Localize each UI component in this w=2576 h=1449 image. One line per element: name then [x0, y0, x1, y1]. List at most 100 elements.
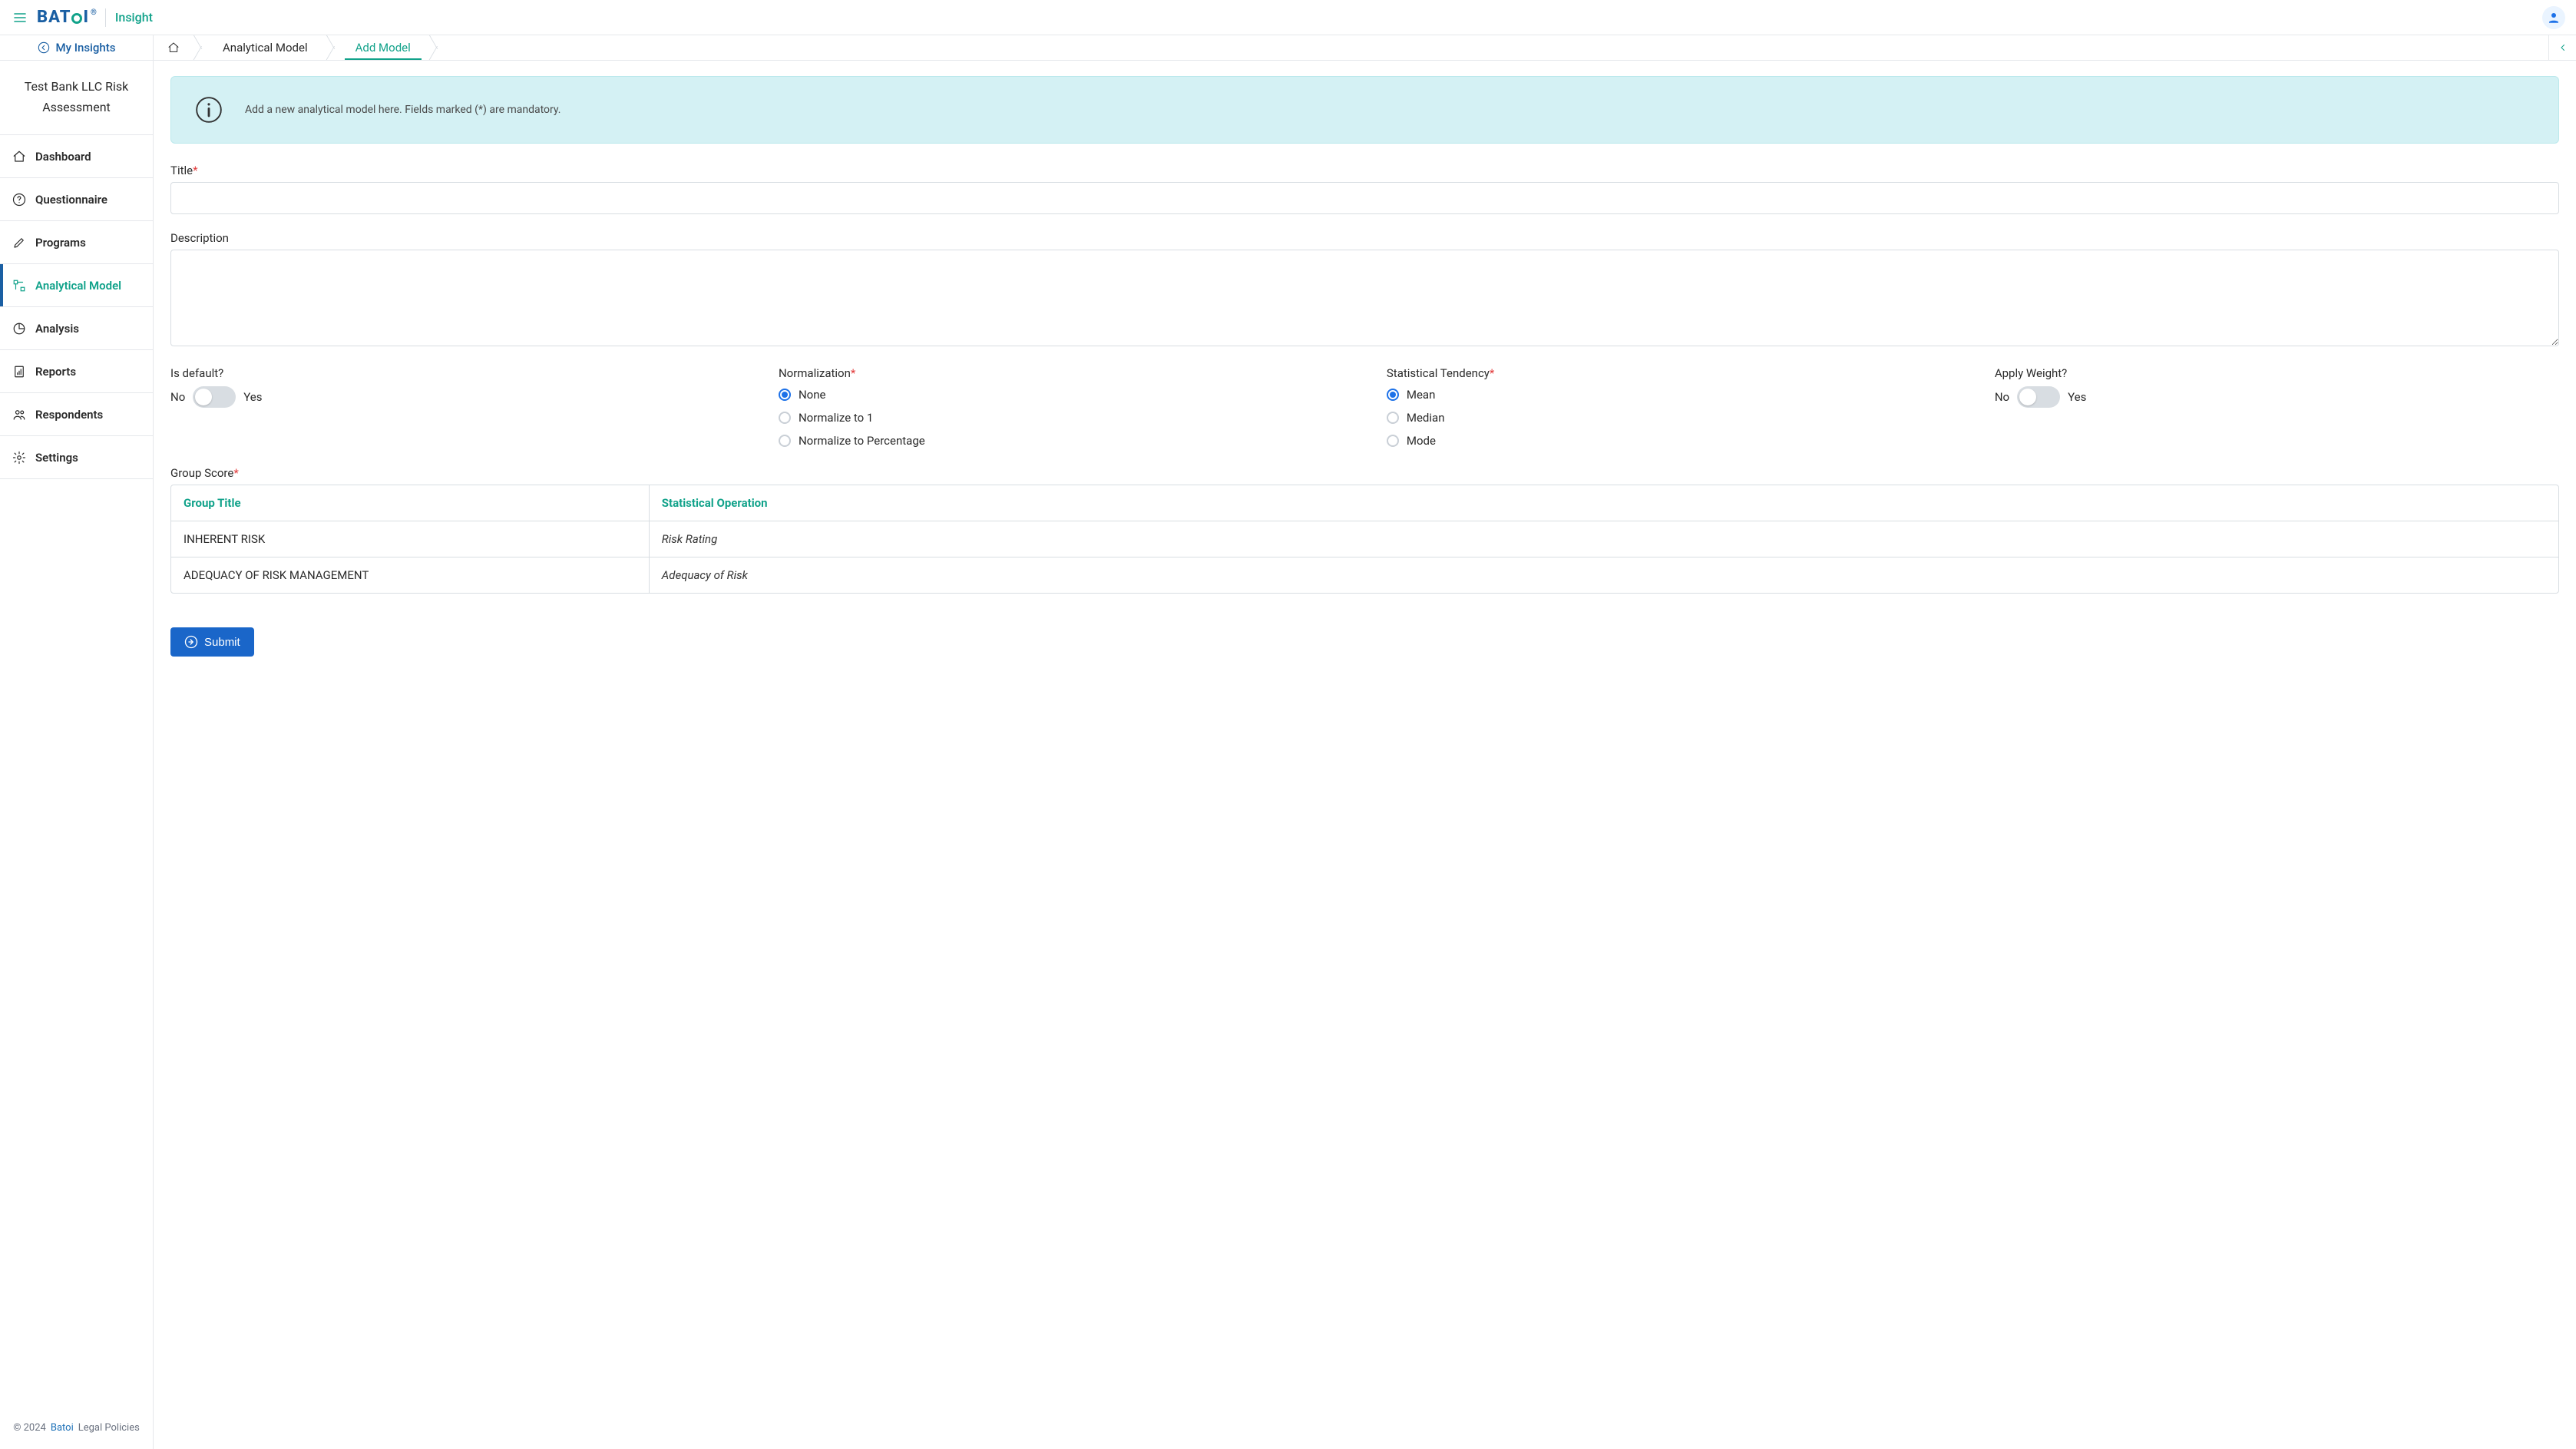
brand-logo[interactable]: BAT I ® — [37, 8, 96, 27]
sidebar-item-label: Questionnaire — [35, 193, 107, 207]
breadcrumb-label: Add Model — [355, 41, 411, 55]
sidebar-item-analytical-model[interactable]: Analytical Model — [0, 264, 153, 307]
brand-product-name[interactable]: Insight — [115, 10, 153, 25]
radio-icon — [1387, 412, 1399, 424]
sidebar-item-settings[interactable]: Settings — [0, 436, 153, 479]
help-icon — [12, 193, 26, 207]
footer-legal[interactable]: Legal Policies — [78, 1422, 140, 1434]
stat-tendency-radio-median[interactable]: Median — [1387, 411, 1979, 425]
apply-weight-label: Apply Weight? — [1995, 366, 2559, 380]
footer-copyright: © 2024 — [13, 1422, 46, 1434]
breadcrumb-add-model[interactable]: Add Model — [337, 35, 426, 60]
sidebar: My Insights Test Bank LLC Risk Assessmen… — [0, 35, 154, 1449]
toggle-knob-icon — [2019, 389, 2036, 405]
submit-button[interactable]: Submit — [170, 627, 254, 657]
sidebar-item-label: Settings — [35, 451, 78, 465]
radio-icon — [1387, 435, 1399, 447]
report-icon — [12, 365, 26, 379]
toggle-yes-label: Yes — [2068, 390, 2086, 404]
toggle-no-label: No — [1995, 390, 2009, 404]
radio-icon — [779, 435, 791, 447]
footer-brand-link[interactable]: Batoi — [51, 1422, 74, 1434]
stat-tendency-label-text: Statistical Tendency — [1387, 366, 1490, 380]
sidebar-item-analysis[interactable]: Analysis — [0, 307, 153, 350]
description-input[interactable] — [170, 250, 2559, 346]
field-is-default: Is default? No Yes — [170, 366, 763, 448]
sidebar-nav: Dashboard Questionnaire Programs Analyti… — [0, 135, 153, 479]
cell-group-title: INHERENT RISK — [171, 521, 649, 557]
radio-label: None — [799, 388, 826, 402]
is-default-toggle[interactable] — [193, 386, 236, 408]
sidebar-item-reports[interactable]: Reports — [0, 350, 153, 393]
chevron-left-icon — [2558, 43, 2568, 52]
home-icon — [12, 150, 26, 164]
stat-tendency-label: Statistical Tendency* — [1387, 366, 1979, 380]
required-marker: * — [233, 466, 238, 480]
required-marker: * — [851, 366, 855, 380]
sidebar-item-label: Dashboard — [35, 150, 91, 164]
my-insights-label: My Insights — [56, 41, 116, 55]
pen-icon — [12, 236, 26, 250]
radio-icon — [779, 412, 791, 424]
sidebar-item-dashboard[interactable]: Dashboard — [0, 135, 153, 178]
apply-weight-toggle[interactable] — [2017, 386, 2060, 408]
sidebar-item-label: Analysis — [35, 322, 79, 336]
brand-logo-text-2: I — [83, 8, 89, 27]
my-insights-link[interactable]: My Insights — [0, 35, 153, 61]
apply-weight-toggle-row: No Yes — [1995, 386, 2559, 408]
pie-icon — [12, 322, 26, 336]
project-name: Test Bank LLC Risk Assessment — [0, 61, 153, 135]
toggle-knob-icon — [195, 389, 212, 405]
group-score-label-text: Group Score — [170, 466, 233, 480]
sidebar-footer: © 2024 Batoi Legal Policies — [0, 1410, 153, 1449]
radio-label: Mode — [1407, 434, 1436, 448]
field-group-score: Group Score* Group Title Statistical Ope… — [170, 466, 2559, 594]
breadcrumb-left: Analytical Model Add Model — [154, 35, 440, 60]
info-banner-text: Add a new analytical model here. Fields … — [245, 104, 561, 116]
app-header: BAT I ® Insight — [0, 0, 2576, 35]
radio-label: Normalize to Percentage — [799, 434, 925, 448]
normalization-radio-none[interactable]: None — [779, 388, 1371, 402]
arrow-circle-right-icon — [184, 635, 198, 649]
breadcrumb-home[interactable] — [154, 35, 190, 60]
field-stat-tendency: Statistical Tendency* Mean Median — [1387, 366, 1979, 448]
users-icon — [12, 408, 26, 422]
radio-label: Mean — [1407, 388, 1436, 402]
sidebar-item-questionnaire[interactable]: Questionnaire — [0, 178, 153, 221]
sidebar-item-respondents[interactable]: Respondents — [0, 393, 153, 436]
table-header-row: Group Title Statistical Operation — [171, 485, 2558, 521]
stat-tendency-radio-mean[interactable]: Mean — [1387, 388, 1979, 402]
normalization-label-text: Normalization — [779, 366, 851, 380]
user-avatar[interactable] — [2542, 6, 2565, 29]
stat-tendency-radio-list: Mean Median Mode — [1387, 388, 1979, 448]
cell-stat-op: Adequacy of Risk — [649, 557, 2558, 593]
home-icon — [167, 41, 180, 54]
required-marker: * — [193, 164, 197, 177]
normalization-label: Normalization* — [779, 366, 1371, 380]
title-input[interactable] — [170, 182, 2559, 214]
required-marker: * — [1490, 366, 1494, 380]
normalization-radio-normalize-to-percentage[interactable]: Normalize to Percentage — [779, 434, 1371, 448]
col-group-title: Group Title — [171, 485, 649, 521]
field-description: Description — [170, 231, 2559, 349]
breadcrumb-collapse-button[interactable] — [2548, 35, 2576, 60]
cell-stat-op: Risk Rating — [649, 521, 2558, 557]
field-normalization: Normalization* None Normalize to 1 — [779, 366, 1371, 448]
title-label-text: Title — [170, 164, 193, 177]
sidebar-item-label: Analytical Model — [35, 279, 121, 293]
breadcrumb-analytical-model[interactable]: Analytical Model — [204, 35, 323, 60]
breadcrumb-bar: Analytical Model Add Model — [154, 35, 2576, 61]
gear-icon — [12, 451, 26, 465]
table-row: INHERENT RISK Risk Rating — [171, 521, 2558, 557]
group-score-table: Group Title Statistical Operation INHERE… — [170, 485, 2559, 594]
stat-tendency-radio-mode[interactable]: Mode — [1387, 434, 1979, 448]
col-stat-op: Statistical Operation — [649, 485, 2558, 521]
field-title: Title* — [170, 164, 2559, 214]
hamburger-menu-icon[interactable] — [14, 12, 26, 23]
sidebar-item-label: Respondents — [35, 408, 103, 422]
normalization-radio-normalize-to-1[interactable]: Normalize to 1 — [779, 411, 1371, 425]
field-apply-weight: Apply Weight? No Yes — [1995, 366, 2559, 448]
toggle-no-label: No — [170, 390, 185, 404]
model-icon — [12, 279, 26, 293]
sidebar-item-programs[interactable]: Programs — [0, 221, 153, 264]
